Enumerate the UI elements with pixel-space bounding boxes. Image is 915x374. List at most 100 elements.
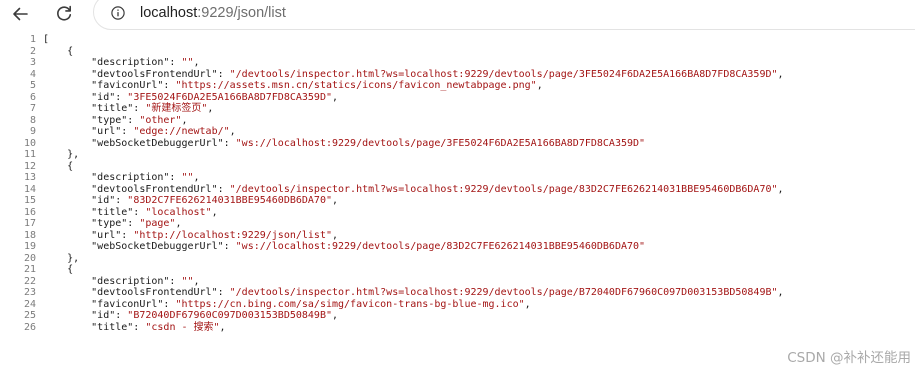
code-text: "description": "", (36, 275, 200, 287)
json-key: "type": (43, 218, 140, 229)
code-text: "faviconUrl": "https://assets.msn.cn/sta… (36, 80, 543, 91)
code-text: "devtoolsFrontendUrl": "/devtools/inspec… (36, 287, 784, 298)
json-value: "localhost" (145, 206, 212, 218)
line-number: 19 (23, 241, 36, 252)
json-key: { (43, 160, 74, 172)
line-number: 24 (23, 298, 36, 310)
json-value: "" (181, 57, 194, 68)
json-value: "/devtools/inspector.html?ws=localhost:9… (229, 287, 778, 298)
line-number: 7 (29, 103, 36, 114)
url-text[interactable]: localhost:9229/json/list (140, 5, 286, 21)
code-line: 25 "id": "B72040DF67960C097D003153BD5084… (0, 310, 338, 321)
json-value: "https://assets.msn.cn/statics/icons/fav… (175, 80, 537, 91)
code-line: 21 { (0, 264, 73, 275)
json-value: "other" (139, 114, 182, 126)
code-line: 14 "devtoolsFrontendUrl": "/devtools/ins… (0, 184, 784, 195)
line-number: 13 (23, 172, 36, 183)
json-key: "webSocketDebuggerUrl": (43, 241, 236, 252)
code-line: 7 "title": "新建标签页", (0, 103, 213, 114)
code-text: "faviconUrl": "https://cn.bing.com/sa/si… (36, 299, 531, 310)
code-text: }, (36, 149, 79, 160)
code-text: "devtoolsFrontendUrl": "/devtools/inspec… (36, 68, 783, 80)
json-key: "title": (43, 206, 146, 218)
json-key: "devtoolsFrontendUrl": (43, 68, 230, 80)
code-text: "type": "page", (36, 218, 181, 229)
line-number: 20 (23, 252, 36, 264)
code-line: 24 "faviconUrl": "https://cn.bing.com/sa… (0, 299, 531, 310)
code-line: 16 "title": "localhost", (0, 207, 218, 218)
line-number: 6 (29, 91, 36, 103)
code-text: { (36, 46, 73, 57)
json-key: }, (43, 252, 80, 264)
json-punctuation: , (332, 91, 339, 103)
line-number: 17 (23, 218, 36, 229)
json-punctuation: , (181, 114, 188, 126)
line-number: 21 (23, 264, 36, 275)
json-punctuation: , (777, 183, 784, 195)
code-text: "title": "新建标签页", (36, 103, 213, 114)
json-key: "id": (43, 310, 128, 321)
json-value: "/devtools/inspector.html?ws=localhost:9… (229, 183, 778, 195)
code-text: "webSocketDebuggerUrl": "ws://localhost:… (36, 138, 645, 149)
code-text: { (36, 161, 73, 172)
code-line: 4 "devtoolsFrontendUrl": "/devtools/insp… (0, 69, 784, 80)
code-line: 5 "faviconUrl": "https://assets.msn.cn/s… (0, 80, 543, 91)
address-bar[interactable]: localhost:9229/json/list (93, 0, 915, 30)
info-icon[interactable] (111, 6, 125, 20)
code-text: "title": "localhost", (36, 206, 217, 218)
json-value: "83D2C7FE626214031BBE95460DB6DA70" (127, 195, 332, 206)
code-text: "description": "", (36, 172, 199, 183)
code-line: 17 "type": "page", (0, 218, 182, 229)
code-line: 3 "description": "", (0, 57, 200, 68)
json-key: "title": (43, 103, 146, 114)
line-number: 15 (23, 195, 36, 206)
code-line: 23 "devtoolsFrontendUrl": "/devtools/ins… (0, 287, 784, 298)
json-key: "description": (43, 275, 182, 287)
json-value: "ws://localhost:9229/devtools/page/83D2C… (235, 241, 646, 252)
code-line: 15 "id": "83D2C7FE626214031BBE95460DB6DA… (0, 195, 338, 206)
code-text: }, (36, 253, 79, 264)
line-number: 14 (23, 183, 36, 195)
json-key: }, (43, 149, 80, 160)
line-number: 2 (29, 45, 36, 57)
json-value: "B72040DF67960C097D003153BD50849B" (127, 310, 332, 321)
code-line: 6 "id": "3FE5024F6DA2E5A166BA8D7FD8CA359… (0, 92, 338, 103)
json-value: "csdn - 搜索" (145, 321, 220, 333)
json-punctuation: , (332, 195, 339, 206)
json-key: "devtoolsFrontendUrl": (43, 183, 230, 195)
json-key: "description": (43, 172, 182, 183)
code-text: "url": "edge://newtab/", (36, 126, 236, 137)
json-key: "title": (43, 321, 146, 333)
back-button[interactable] (6, 0, 34, 28)
line-number: 9 (29, 126, 36, 137)
code-text: [ (36, 34, 49, 45)
code-text: "url": "http://localhost:9229/json/list"… (36, 230, 338, 241)
json-viewer: 1[2 {3 "description": "", 4 "devtoolsFron… (0, 34, 915, 374)
json-punctuation: , (536, 80, 543, 91)
json-value: "page" (139, 218, 176, 229)
json-punctuation: , (193, 57, 200, 68)
json-key: { (43, 45, 74, 57)
code-line: 10 "webSocketDebuggerUrl": "ws://localho… (0, 138, 645, 149)
json-punctuation: , (175, 218, 182, 229)
line-number: 23 (23, 287, 36, 298)
line-number: 22 (23, 275, 36, 287)
json-punctuation: , (193, 275, 200, 287)
code-text: "webSocketDebuggerUrl": "ws://localhost:… (36, 241, 645, 252)
code-text: "id": "B72040DF67960C097D003153BD50849B"… (36, 310, 338, 321)
json-key: "id": (43, 195, 128, 206)
json-value: "3FE5024F6DA2E5A166BA8D7FD8CA359D" (127, 91, 332, 103)
line-number: 12 (23, 160, 36, 172)
json-value: "新建标签页" (145, 103, 208, 114)
json-value: "" (181, 275, 194, 287)
json-key: "faviconUrl": (43, 80, 176, 91)
code-line: 11 }, (0, 149, 79, 160)
json-value: "ws://localhost:9229/devtools/page/3FE50… (235, 137, 646, 149)
line-number: 16 (23, 206, 36, 218)
line-number: 1 (29, 34, 36, 45)
json-punctuation: , (229, 126, 236, 137)
json-punctuation: , (777, 287, 784, 298)
json-value: "edge://newtab/" (133, 126, 230, 137)
code-line: 20 }, (0, 253, 79, 264)
reload-button[interactable] (50, 0, 78, 28)
